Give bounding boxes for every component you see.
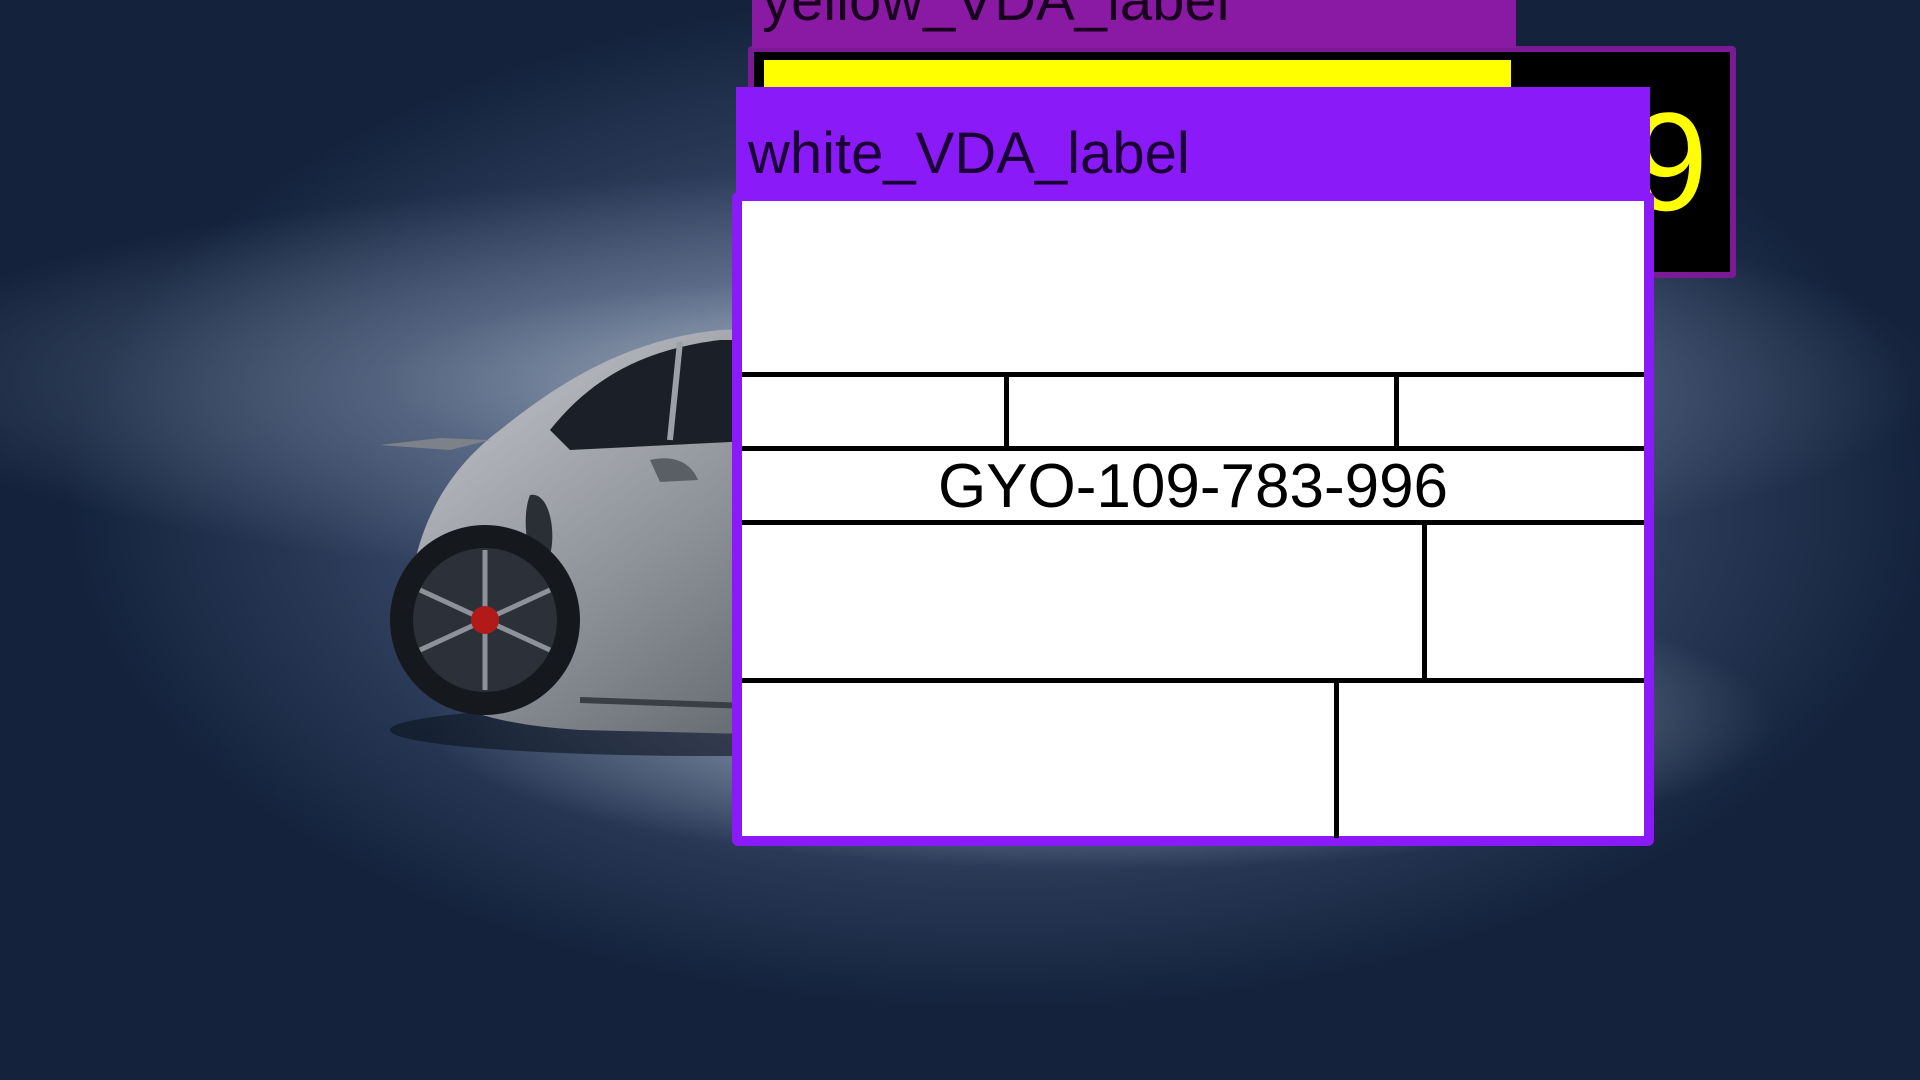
white-label-title: white_VDA_label	[748, 121, 1190, 186]
yellow-label-title[interactable]: yellow_VDA_label	[752, 0, 1516, 48]
row-divider	[742, 678, 1644, 683]
part-number-text: GYO-109-783-996	[937, 452, 1449, 521]
row-divider	[742, 446, 1644, 451]
column-divider	[1004, 372, 1009, 448]
white-label-header[interactable]: white_VDA_label	[736, 87, 1650, 201]
column-divider	[1422, 520, 1427, 680]
white-label-card[interactable]: GYO-109-783-996	[732, 192, 1654, 846]
column-divider	[1334, 678, 1339, 838]
column-divider	[1394, 372, 1399, 448]
yellow-label-title-text: yellow_VDA_label	[762, 0, 1230, 33]
row-divider	[742, 372, 1644, 377]
row-divider	[742, 520, 1644, 525]
